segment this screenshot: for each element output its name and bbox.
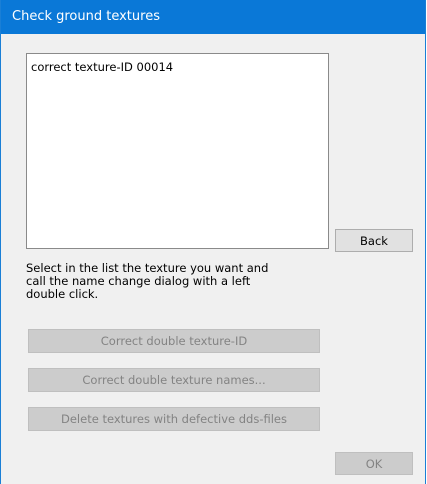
correct-double-texture-id-button[interactable]: Correct double texture-ID: [28, 329, 320, 353]
window-title: Check ground textures: [12, 9, 160, 24]
ok-button[interactable]: OK: [335, 452, 413, 475]
instruction-text: Select in the list the texture you want …: [26, 262, 316, 301]
back-button[interactable]: Back: [335, 229, 413, 252]
delete-defective-textures-button[interactable]: Delete textures with defective dds-files: [28, 407, 320, 431]
dialog-window: Check ground textures correct texture-ID…: [0, 0, 426, 484]
instruction-line-3: double click.: [26, 287, 99, 301]
list-item[interactable]: correct texture-ID 00014: [31, 60, 173, 74]
correct-double-texture-names-button[interactable]: Correct double texture names...: [28, 368, 320, 392]
texture-list[interactable]: correct texture-ID 00014: [26, 53, 329, 249]
title-bar[interactable]: Check ground textures: [1, 0, 425, 34]
